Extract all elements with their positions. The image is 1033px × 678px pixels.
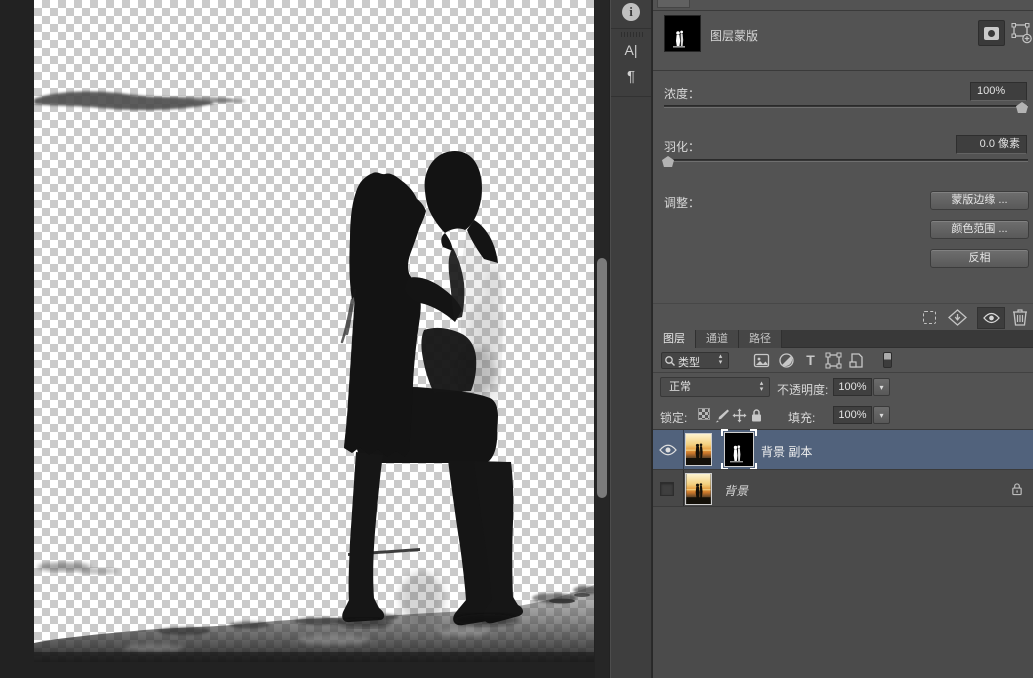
filter-on-off-toggle[interactable] bbox=[883, 352, 892, 368]
feather-slider[interactable] bbox=[664, 159, 1028, 162]
density-label: 浓度： bbox=[664, 85, 700, 102]
eye-icon bbox=[983, 312, 1000, 324]
properties-footer bbox=[653, 303, 1033, 330]
lock-row: 锁定: 填充: 100% ▾ bbox=[653, 401, 1033, 430]
lock-all-icon[interactable] bbox=[750, 408, 763, 423]
visibility-cell[interactable] bbox=[653, 470, 684, 506]
visibility-cell[interactable] bbox=[653, 430, 684, 469]
layer-mask-thumbnail-row[interactable] bbox=[724, 432, 754, 467]
delete-mask-trash-icon[interactable] bbox=[1012, 308, 1028, 326]
layer-row-background-copy[interactable]: 背景 副本 bbox=[653, 430, 1033, 469]
filter-shape-layers-icon[interactable] bbox=[825, 352, 842, 369]
opacity-dropdown-arrow[interactable]: ▾ bbox=[873, 378, 890, 396]
scrollbar-thumb[interactable] bbox=[597, 258, 607, 498]
blend-mode-row: 正常 ▴▾ 不透明度: 100% ▾ bbox=[653, 373, 1033, 401]
filter-kind-label: 类型 bbox=[678, 354, 700, 370]
layer-mask-thumbnail[interactable] bbox=[664, 15, 701, 52]
character-panel-icon[interactable]: A| bbox=[611, 42, 651, 58]
vector-mask-button[interactable] bbox=[1010, 22, 1033, 45]
photoshop-workspace: i A| ¶ 图层蒙版 bbox=[0, 0, 1033, 678]
layer-name[interactable]: 背景 副本 bbox=[761, 443, 812, 460]
load-selection-from-mask-icon[interactable] bbox=[923, 311, 936, 324]
panel-header-stub bbox=[657, 0, 690, 8]
search-icon bbox=[664, 355, 676, 367]
mask-enable-toggle[interactable] bbox=[977, 307, 1005, 329]
mask-figure-icon bbox=[665, 16, 700, 51]
pixel-mask-button[interactable] bbox=[978, 20, 1005, 46]
layer-name[interactable]: 背景 bbox=[724, 482, 748, 499]
filter-adjustment-layers-icon[interactable] bbox=[778, 352, 795, 369]
filter-smart-objects-icon[interactable] bbox=[848, 352, 865, 369]
tab-paths[interactable]: 路径 bbox=[739, 330, 782, 348]
invert-button[interactable]: 反相 bbox=[930, 249, 1029, 268]
info-panel-icon[interactable]: i bbox=[611, 3, 651, 21]
canvas-vertical-scrollbar[interactable] bbox=[595, 0, 609, 678]
dock-divider bbox=[611, 96, 651, 97]
mask-target-bracket bbox=[721, 429, 728, 436]
density-slider[interactable] bbox=[664, 105, 1028, 108]
visibility-empty-well[interactable] bbox=[660, 482, 674, 496]
collapsed-panels-dock: i A| ¶ bbox=[610, 0, 652, 678]
properties-panel: 图层蒙版 浓度： 100% 羽化： 0.0 像素 调整： 蒙版边缘 ... 颜色… bbox=[652, 0, 1033, 330]
color-range-button[interactable]: 颜色范围 ... bbox=[930, 220, 1029, 239]
density-slider-handle[interactable] bbox=[1016, 102, 1028, 113]
mask-edge-button[interactable]: 蒙版边缘 ... bbox=[930, 191, 1029, 210]
background-lock-icon[interactable] bbox=[1011, 482, 1023, 496]
adjust-label: 调整： bbox=[664, 194, 700, 211]
feather-value-field[interactable]: 0.0 像素 bbox=[956, 135, 1027, 154]
couple-silhouette-artwork bbox=[34, 0, 594, 662]
mask-target-bracket bbox=[750, 429, 757, 436]
feather-label: 羽化： bbox=[664, 138, 700, 155]
apply-mask-icon[interactable] bbox=[948, 309, 967, 326]
filter-kind-select[interactable]: 类型 ▴▾ bbox=[661, 352, 729, 369]
opacity-value-field[interactable]: 100% bbox=[833, 378, 872, 396]
eye-icon[interactable] bbox=[659, 444, 677, 456]
fill-dropdown-arrow[interactable]: ▾ bbox=[873, 406, 890, 424]
layer-thumbnail[interactable] bbox=[685, 433, 712, 466]
layer-row-background[interactable]: 背景 bbox=[653, 469, 1033, 507]
lock-transparency-icon[interactable] bbox=[698, 408, 710, 420]
layer-filter-row: 类型 ▴▾ T bbox=[653, 348, 1033, 373]
lock-label: 锁定: bbox=[660, 409, 687, 426]
lock-position-icon[interactable] bbox=[732, 408, 747, 423]
panel-group-grip[interactable] bbox=[621, 32, 643, 37]
divider bbox=[653, 10, 1033, 11]
fill-label: 填充: bbox=[788, 409, 815, 426]
density-value-field[interactable]: 100% bbox=[970, 82, 1027, 101]
tab-channels[interactable]: 通道 bbox=[696, 330, 739, 348]
document-canvas[interactable] bbox=[34, 0, 594, 662]
blend-mode-select[interactable]: 正常 ▴▾ bbox=[660, 377, 770, 397]
layer-thumbnail[interactable] bbox=[685, 473, 712, 505]
tab-layers[interactable]: 图层 bbox=[653, 330, 696, 348]
divider bbox=[653, 70, 1033, 71]
panel-title: 图层蒙版 bbox=[710, 27, 758, 44]
paragraph-panel-icon[interactable]: ¶ bbox=[611, 68, 651, 85]
layer-list: 背景 副本 bbox=[653, 430, 1033, 678]
fill-value-field[interactable]: 100% bbox=[833, 406, 872, 424]
layers-tabbar: 图层 通道 路径 bbox=[653, 330, 1033, 348]
filter-type-layers-icon[interactable]: T bbox=[802, 352, 819, 369]
filter-pixel-layers-icon[interactable] bbox=[753, 352, 770, 369]
lock-pixels-brush-icon[interactable] bbox=[715, 408, 730, 423]
dock-divider bbox=[611, 28, 651, 29]
layers-panel: 图层 通道 路径 类型 ▴▾ T bbox=[652, 330, 1033, 678]
opacity-label: 不透明度: bbox=[777, 381, 828, 398]
feather-slider-handle[interactable] bbox=[662, 156, 674, 167]
